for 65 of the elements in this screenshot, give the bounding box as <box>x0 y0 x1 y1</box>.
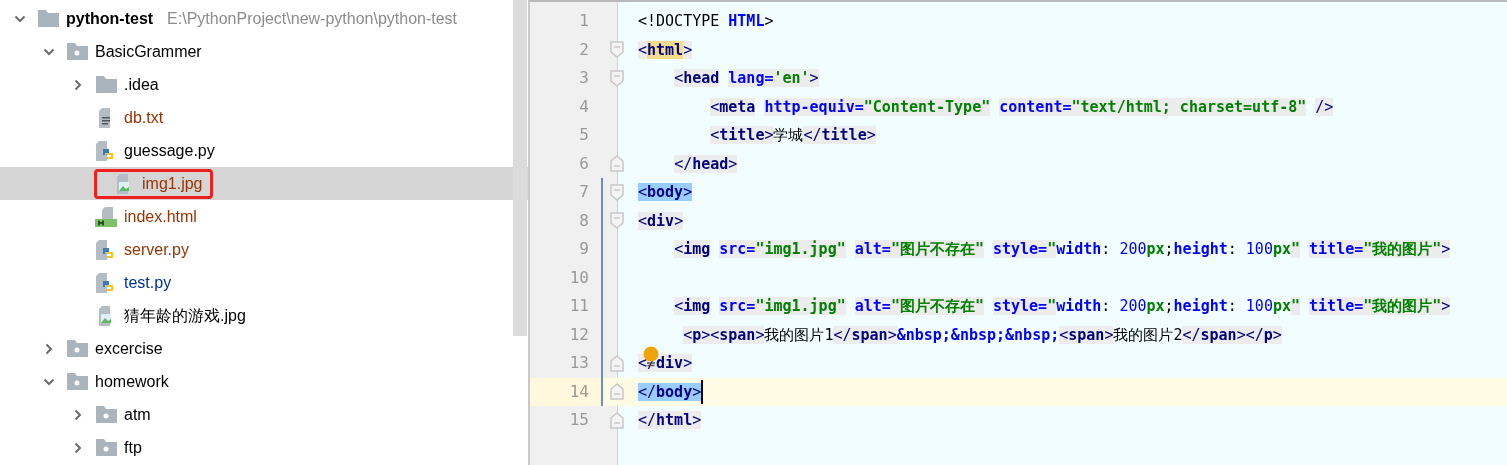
tree-item-label[interactable]: atm <box>124 402 151 427</box>
code-line: <!DOCTYPE HTML> <box>638 11 774 33</box>
code-line: <meta http-equiv="Content-Type" content="text/html; charset=utf-8" /> <box>709 96 1334 118</box>
tree-item-label[interactable]: BasicGrammer <box>95 39 202 64</box>
line-number: 2 <box>579 38 589 61</box>
scrollbar-thumb[interactable] <box>513 0 527 336</box>
folder-icon <box>66 43 88 60</box>
code-line: <img src="img1.jpg" alt="图片不存在" style="width: 200px;height: 100px" title="我的图片"> <box>673 296 1451 318</box>
chevron-right-icon[interactable] <box>72 441 84 454</box>
python-file-icon <box>96 239 116 260</box>
tree-item-label[interactable]: test.py <box>124 270 172 295</box>
line-number: 14 <box>569 380 589 403</box>
chevron-right-icon[interactable] <box>43 342 55 355</box>
tree-item-label[interactable]: index.html <box>124 204 197 229</box>
line-number: 5 <box>579 124 589 147</box>
code-line: </html> <box>638 410 702 432</box>
code-line: <title>学城</title> <box>709 125 876 147</box>
line-number: 3 <box>579 67 589 90</box>
python-file-icon <box>96 140 116 161</box>
folder-icon <box>95 406 117 423</box>
code-line: <p><span>我的图片1</span>&nbsp;&nbsp;&nbsp;<span>我的图片2</span></p> <box>682 324 1282 346</box>
code-line: <head lang='en'> <box>673 68 819 90</box>
folder-icon <box>95 76 117 93</box>
folder-icon <box>66 340 88 357</box>
tree-item-label[interactable]: .idea <box>124 72 159 97</box>
line-number: 13 <box>569 352 589 375</box>
tree-item-label[interactable]: ftp <box>124 435 142 460</box>
code-line: <html> <box>638 39 693 61</box>
tree-item-label[interactable]: homework <box>95 369 169 394</box>
line-number: 12 <box>569 323 589 346</box>
tree-item-label[interactable]: python-test <box>66 6 154 31</box>
tree-item-label[interactable]: 猜年龄的游戏.jpg <box>124 303 246 328</box>
line-number: 6 <box>579 152 589 175</box>
line-number: 9 <box>579 238 589 261</box>
line-number: 4 <box>579 95 589 118</box>
line-number: 11 <box>569 295 589 318</box>
python-file-icon <box>96 272 116 293</box>
text-file-icon <box>99 107 113 128</box>
project-path: E:\PythonProject\new-python\python-test <box>167 8 458 29</box>
folder-icon <box>66 373 88 390</box>
fold-icon[interactable] <box>610 383 624 401</box>
code-line: <div> <box>638 210 684 232</box>
chevron-right-icon[interactable] <box>72 78 84 91</box>
line-number: 7 <box>579 181 589 204</box>
folder-icon <box>37 10 59 27</box>
tree-item-label[interactable]: db.txt <box>124 105 164 130</box>
line-number: 1 <box>579 10 589 33</box>
code-line: </body> <box>638 381 702 403</box>
html-file-icon <box>95 206 117 227</box>
fold-icon[interactable] <box>610 69 624 87</box>
line-number: 8 <box>579 209 589 232</box>
tree-item-label[interactable]: server.py <box>124 237 189 262</box>
folder-icon <box>95 439 117 456</box>
image-file-icon <box>117 173 131 194</box>
code-line: <body> <box>638 182 693 204</box>
image-file-icon <box>99 305 113 326</box>
code-line: <img src="img1.jpg" alt="图片不存在" style="width: 200px;height: 100px" title="我的图片"> <box>673 239 1451 261</box>
tree-item-label[interactable]: img1.jpg <box>142 171 203 196</box>
code-line: </head> <box>673 153 738 175</box>
fold-icon[interactable] <box>610 183 624 201</box>
chevron-right-icon[interactable] <box>72 408 84 421</box>
tree-item-label[interactable]: excercise <box>95 336 163 361</box>
line-number: 15 <box>569 409 589 432</box>
tree-item-label[interactable]: guessage.py <box>124 138 215 163</box>
line-number: 10 <box>569 266 589 289</box>
